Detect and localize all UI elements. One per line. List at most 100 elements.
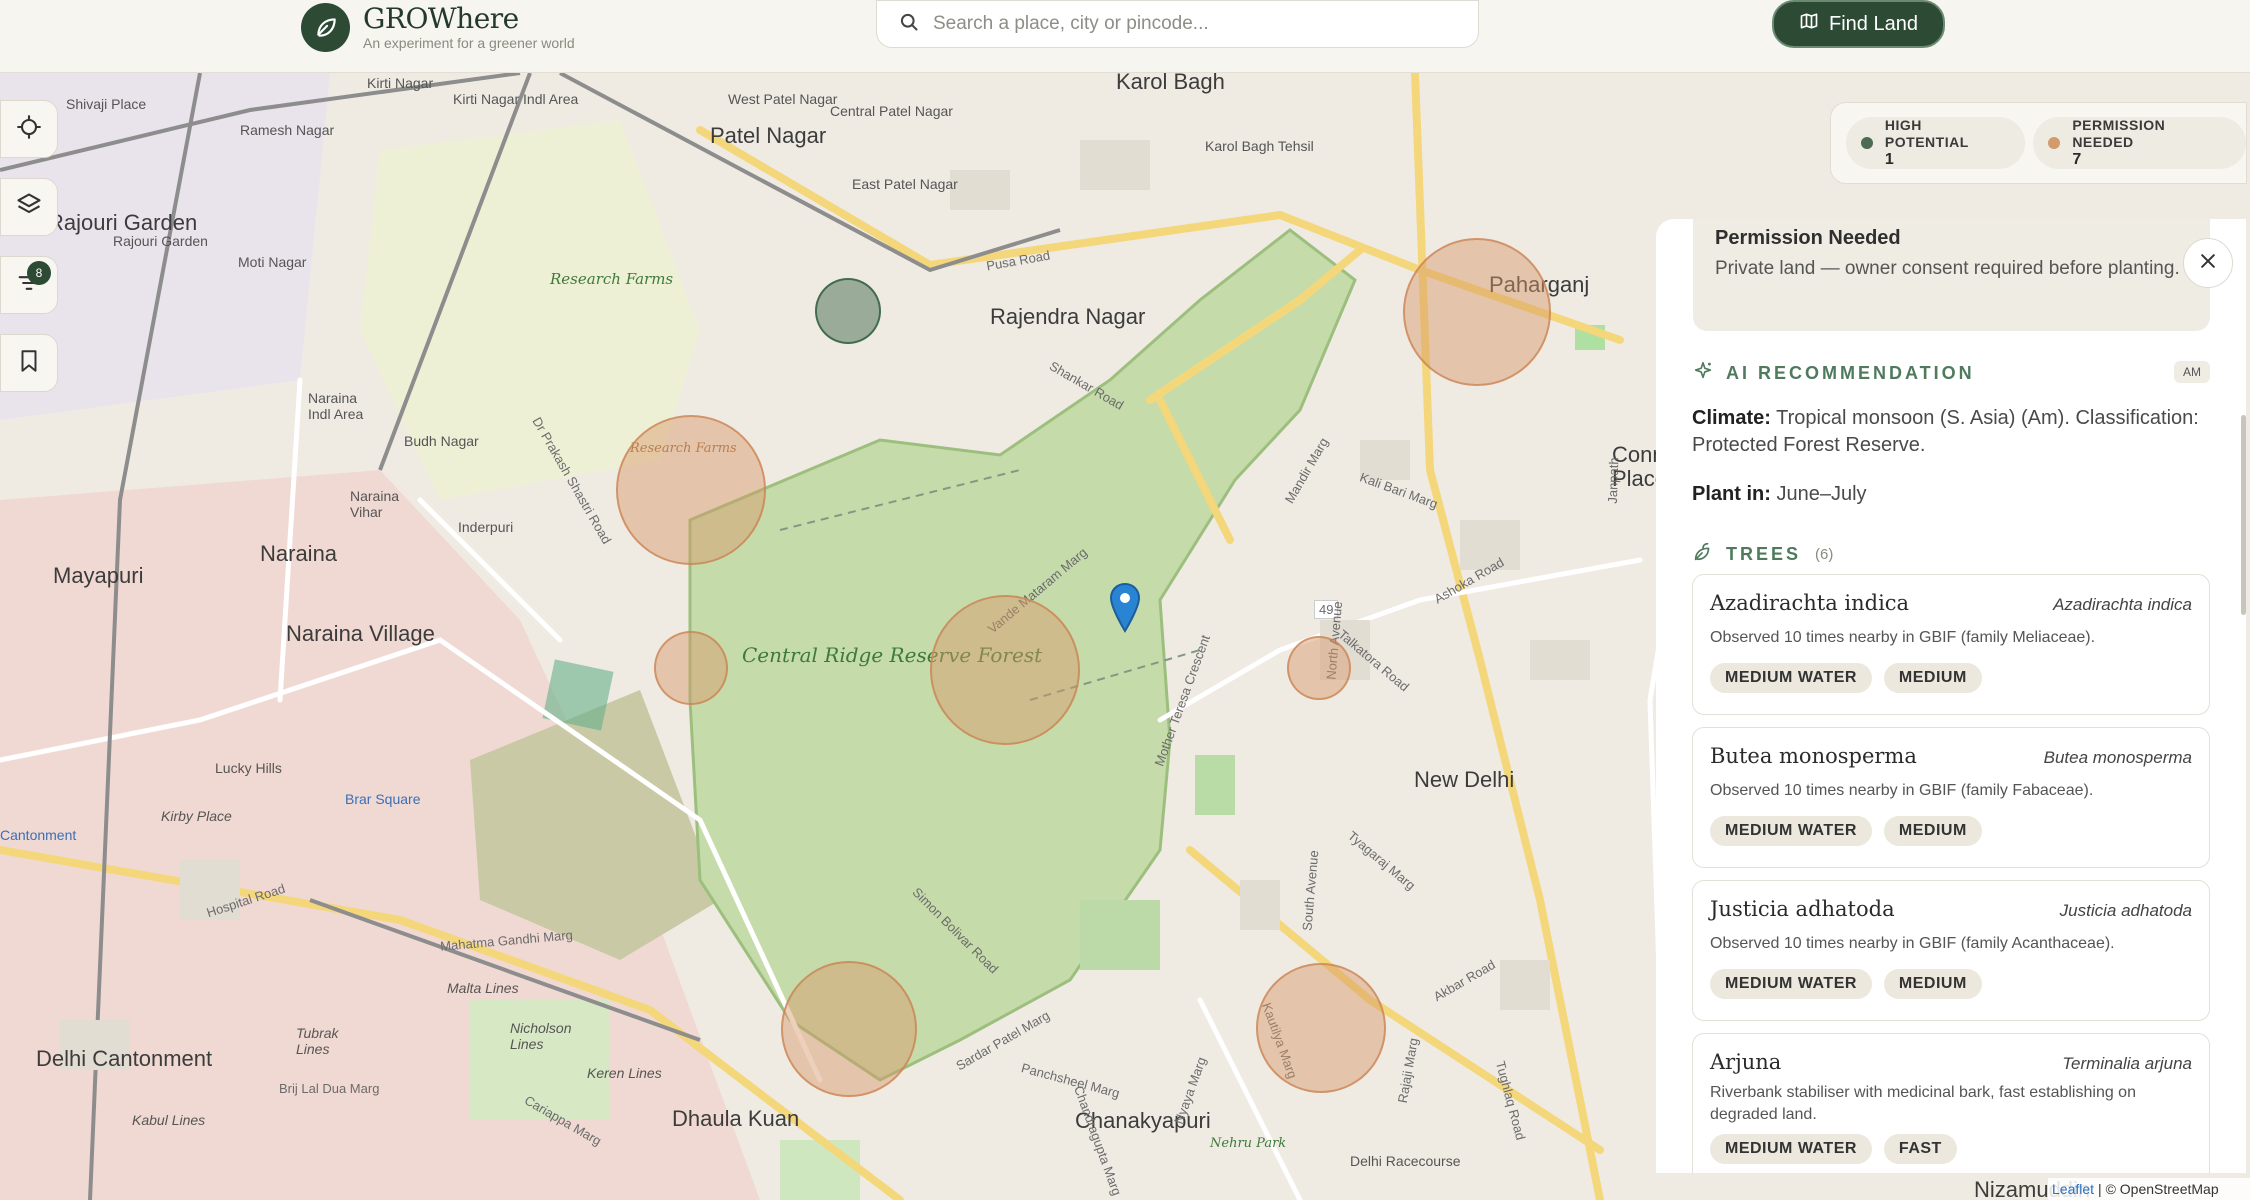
map-label-kirby-place: Kirby Place [161, 808, 232, 824]
climate-info: Climate: Tropical monsoon (S. Asia) (Am)… [1692, 405, 2212, 459]
brand-name: GROWhere [363, 2, 519, 35]
water-tag: MEDIUM WATER [1710, 969, 1872, 999]
filter-count-badge: 8 [27, 261, 51, 285]
map-icon [1799, 11, 1819, 37]
tree-name: Arjuna [1710, 1050, 1782, 1074]
map-label-rajendra-nagar: Rajendra Nagar [990, 304, 1146, 329]
permission-zone[interactable] [1403, 238, 1551, 386]
ai-recommendation-header: AI RECOMMENDATION [1692, 360, 1975, 387]
locate-button[interactable] [0, 100, 58, 158]
map-label-naraina-village: Naraina Village [286, 621, 435, 646]
water-tag: MEDIUM WATER [1710, 663, 1872, 693]
map-attribution: Leaflet | © OpenStreetMap [2048, 1178, 2250, 1200]
panel-scrollbar[interactable] [2241, 415, 2246, 615]
close-icon [2198, 251, 2218, 276]
legend-dot-perm [2048, 137, 2061, 149]
tree-name: Azadirachta indica [1710, 591, 1910, 615]
water-tag: MEDIUM WATER [1710, 1134, 1872, 1164]
permission-zone[interactable] [1256, 963, 1386, 1093]
permission-zone[interactable] [654, 631, 728, 705]
status-text: Private land — owner consent required be… [1715, 258, 2180, 279]
sparkle-icon [1692, 360, 1714, 387]
legend-perm-count: 7 [2072, 151, 2082, 168]
climate-label: Climate: [1692, 407, 1771, 429]
legend-permission-needed[interactable]: PERMISSION NEEDED 7 [2033, 117, 2246, 169]
growth-tag: MEDIUM [1883, 969, 1982, 999]
search-icon [899, 12, 919, 37]
legend-perm-label: PERMISSION NEEDED [2072, 117, 2166, 150]
tree-card[interactable]: Butea monosperma Butea monosperma Observ… [1692, 727, 2210, 868]
tree-scientific-name: Justicia adhatoda [2059, 901, 2192, 920]
map-label-keren-lines: Keren Lines [587, 1065, 662, 1081]
legend-dot-high [1861, 137, 1873, 149]
map-label-malta-lines: Malta Lines [447, 980, 519, 996]
map-label-brar-square: Brar Square [345, 791, 421, 807]
map-label-kirti-indl: Kirti Nagar Indl Area [453, 91, 579, 107]
plant-in-info: Plant in: June–July [1692, 481, 2212, 508]
map-label-naraina-vihar: Naraina Vihar [350, 488, 400, 520]
map-label-ramesh-nagar: Ramesh Nagar [240, 122, 335, 138]
close-panel-button[interactable] [2183, 238, 2233, 288]
map-label-nehru-park: Nehru Park [1210, 1136, 1287, 1151]
leaflet-link[interactable]: Leaflet [2052, 1181, 2094, 1197]
brand[interactable]: GROWhere An experiment for a greener wor… [301, 0, 575, 54]
legend-high-label: HIGH POTENTIAL [1884, 117, 1969, 150]
map-label-delhi-cantonment: Delhi Cantonment [36, 1046, 213, 1071]
trees-header: TREES (6) [1692, 541, 1833, 568]
search-input[interactable] [933, 13, 1453, 35]
tree-description: Observed 10 times nearby in GBIF (family… [1710, 935, 2115, 952]
tree-card[interactable]: Azadirachta indica Azadirachta indica Ob… [1692, 574, 2210, 715]
map-label-research-farms: Research Farms [550, 270, 674, 288]
location-pin-icon[interactable] [1109, 582, 1141, 633]
filter-button[interactable]: 8 [0, 256, 58, 314]
map-label-moti-nagar: Moti Nagar [238, 254, 307, 270]
status-box: Permission Needed Private land — owner c… [1693, 219, 2210, 331]
tree-description: Observed 10 times nearby in GBIF (family… [1710, 629, 2096, 646]
map-label-inderpuri: Inderpuri [458, 519, 514, 535]
app-header: GROWhere An experiment for a greener wor… [0, 0, 2250, 73]
high-potential-zone[interactable] [815, 278, 881, 344]
map-label-brij-lal-dua: Brij Lal Dua Marg [279, 1081, 380, 1096]
map-label-naraina-indl: Naraina Indl Area [308, 390, 364, 422]
permission-zone[interactable] [781, 961, 917, 1097]
water-tag: MEDIUM WATER [1710, 816, 1872, 846]
leaf-logo-icon [301, 2, 350, 52]
map-label-central-ridge: Central Ridge Reserve Forest [742, 643, 1042, 667]
permission-zone[interactable] [616, 415, 766, 565]
map-label-rajouri-garden-small: Rajouri Garden [113, 233, 208, 249]
map-label-naraina: Naraina [260, 541, 338, 566]
tree-name: Justicia adhatoda [1710, 897, 1895, 921]
tree-description: Riverbank stabiliser with medicinal bark… [1710, 1084, 2136, 1123]
map-label-karol-bagh-tehsil: Karol Bagh Tehsil [1205, 138, 1314, 154]
map-label-cantonment: Cantonment [0, 827, 77, 843]
osm-attribution[interactable]: | © OpenStreetMap [2098, 1181, 2219, 1197]
map-label-delhi-racecourse: Delhi Racecourse [1350, 1153, 1461, 1169]
map-label-karol-bagh: Karol Bagh [1116, 73, 1225, 94]
legend-high-potential[interactable]: HIGH POTENTIAL 1 [1846, 117, 2026, 169]
tree-card[interactable]: Justicia adhatoda Justicia adhatoda Obse… [1692, 880, 2210, 1021]
plant-in-label: Plant in: [1692, 483, 1771, 505]
map-label-tubrak-lines: Tubrak Lines [296, 1025, 339, 1057]
map-label-dhaula-kuan: Dhaula Kuan [672, 1106, 800, 1131]
status-title: Permission Needed [1715, 227, 1901, 249]
tree-scientific-name: Azadirachta indica [2053, 595, 2192, 614]
tree-icon [1692, 541, 1714, 568]
permission-zone[interactable] [1287, 636, 1351, 700]
find-land-button[interactable]: Find Land [1772, 0, 1945, 48]
growth-tag: MEDIUM [1883, 663, 1982, 693]
map-legend: HIGH POTENTIAL 1 PERMISSION NEEDED 7 [1830, 102, 2247, 184]
map-label-shivaji: Shivaji Place [66, 96, 147, 112]
map-label-budh-nagar: Budh Nagar [404, 433, 479, 449]
layers-icon [15, 191, 43, 224]
map-label-lucky-hills: Lucky Hills [215, 760, 282, 776]
crosshair-icon [15, 113, 43, 146]
layers-button[interactable] [0, 178, 58, 236]
tree-card[interactable]: Arjuna Terminalia arjuna Riverbank stabi… [1692, 1033, 2210, 1173]
tree-scientific-name: Terminalia arjuna [2062, 1054, 2192, 1073]
bookmark-icon [16, 348, 42, 379]
map-label-new-delhi: New Delhi [1414, 767, 1515, 792]
bookmark-button[interactable] [0, 334, 58, 392]
permission-zone[interactable] [930, 595, 1080, 745]
map-tools: 8 [0, 100, 58, 412]
search-bar[interactable] [876, 0, 1479, 48]
